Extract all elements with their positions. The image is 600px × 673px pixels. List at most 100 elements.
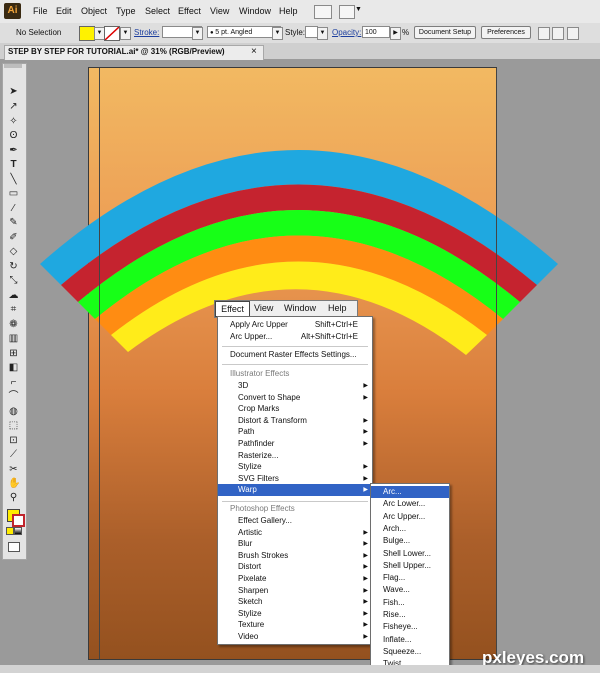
warp-item[interactable]: Arc... [371, 486, 449, 498]
illustrator-effect-item[interactable]: 3D ▶ [218, 380, 372, 392]
menu-header-help[interactable]: Help [328, 300, 347, 316]
submenu-arrow-icon: ▶ [363, 464, 368, 471]
photoshop-effect-label: Stylize [238, 608, 262, 618]
submenu-arrow-icon: ▶ [363, 564, 368, 571]
warp-item-label: Arc... [383, 487, 402, 496]
warp-item[interactable]: Flag... [371, 572, 449, 584]
warp-item[interactable]: Shell Upper... [371, 560, 449, 572]
submenu-arrow-icon: ▶ [363, 394, 368, 401]
apply-last-effect-item[interactable]: Apply Arc Upper Shift+Ctrl+E [218, 319, 372, 331]
guide-line-right [496, 68, 497, 659]
photoshop-effect-item[interactable]: Pixelate ▶ [218, 573, 372, 585]
photoshop-effect-item[interactable]: Artistic ▶ [218, 527, 372, 539]
illustrator-effect-label: Rasterize... [238, 450, 279, 460]
photoshop-effect-label: Blur [238, 539, 253, 549]
raster-effects-settings-item[interactable]: Document Raster Effects Settings... [218, 349, 372, 361]
submenu-arrow-icon: ▶ [363, 622, 368, 629]
submenu-arrow-icon: ▶ [363, 487, 368, 494]
menu-header-window[interactable]: Window [284, 300, 316, 316]
warp-item[interactable]: Arch... [371, 523, 449, 535]
warp-item[interactable]: Shell Lower... [371, 548, 449, 560]
illustrator-effect-item[interactable]: SVG Filters ▶ [218, 473, 372, 485]
menu-separator [222, 501, 368, 502]
illustrator-effect-item[interactable]: Convert to Shape ▶ [218, 392, 372, 404]
warp-item[interactable]: Squeeze... [371, 646, 449, 658]
illustrator-effect-item[interactable]: Warp ▶ [218, 484, 372, 497]
warp-item-label: Arch... [383, 523, 407, 533]
menu-header-effect[interactable]: Effect [215, 301, 250, 317]
photoshop-effect-item[interactable]: Distort ▶ [218, 561, 372, 573]
effect-menu: Apply Arc Upper Shift+Ctrl+E Arc Upper..… [217, 316, 373, 645]
photoshop-effects-heading: Photoshop Effects [218, 503, 372, 515]
illustrator-effect-item[interactable]: Rasterize... [218, 450, 372, 462]
menu-separator [222, 346, 368, 347]
last-effect-label: Arc Upper... [230, 332, 273, 341]
warp-item[interactable]: Fish... [371, 597, 449, 609]
last-effect-item[interactable]: Arc Upper... Alt+Shift+Ctrl+E [218, 331, 372, 343]
photoshop-effect-label: Brush Strokes [238, 550, 289, 560]
warp-item-label: Wave... [383, 585, 410, 595]
warp-item-label: Fisheye... [383, 622, 418, 632]
photoshop-effect-label: Distort [238, 562, 262, 572]
photoshop-effect-item[interactable]: Sketch ▶ [218, 596, 372, 608]
warp-item-label: Shell Upper... [383, 560, 432, 570]
warp-item-label: Squeeze... [383, 646, 422, 656]
warp-item-label: Fish... [383, 597, 405, 607]
warp-item[interactable]: Arc Lower... [371, 498, 449, 510]
menu-header-view[interactable]: View [254, 300, 273, 316]
illustrator-effect-label: Stylize [238, 462, 262, 472]
photoshop-effect-label: Sketch [238, 597, 263, 607]
apply-last-effect-label: Apply Arc Upper [230, 320, 288, 329]
illustrator-effect-label: Distort & Transform [238, 415, 307, 425]
warp-item[interactable]: Bulge... [371, 535, 449, 547]
photoshop-effect-item[interactable]: Effect Gallery... [218, 515, 372, 527]
warp-item[interactable]: Wave... [371, 584, 449, 596]
submenu-arrow-icon: ▶ [363, 587, 368, 594]
illustrator-effect-item[interactable]: Crop Marks [218, 403, 372, 415]
illustrator-effect-label: Pathfinder [238, 439, 275, 448]
photoshop-effect-label: Pixelate [238, 574, 267, 583]
status-bar [0, 665, 600, 673]
submenu-arrow-icon: ▶ [363, 529, 368, 536]
submenu-arrow-icon: ▶ [363, 441, 368, 447]
illustrator-effect-item[interactable]: Pathfinder ▶ [218, 438, 372, 450]
warp-item-label: Inflate... [383, 634, 412, 644]
illustrator-effects-heading: Illustrator Effects [218, 368, 372, 380]
photoshop-effects-title: Photoshop Effects [230, 504, 295, 513]
photoshop-effect-item[interactable]: Blur ▶ [218, 538, 372, 550]
guide-line-left [99, 68, 100, 659]
warp-item-label: Arc Lower... [383, 499, 426, 509]
illustrator-effect-item[interactable]: Path ▶ [218, 426, 372, 438]
warp-item-label: Shell Lower... [383, 548, 432, 558]
illustrator-effect-label: 3D [238, 381, 249, 390]
photoshop-effect-label: Artistic [238, 527, 262, 537]
photoshop-effect-item[interactable]: Stylize ▶ [218, 608, 372, 620]
apply-last-effect-shortcut: Shift+Ctrl+E [314, 320, 358, 329]
warp-item-label: Bulge... [383, 536, 411, 546]
warp-item-label: Arc Upper... [383, 511, 426, 521]
warp-item[interactable]: Fisheye... [371, 621, 449, 633]
warp-item[interactable]: Inflate... [371, 634, 449, 646]
illustrator-effect-item[interactable]: Stylize ▶ [218, 461, 372, 473]
last-effect-shortcut: Alt+Shift+Ctrl+E [300, 332, 358, 341]
photoshop-effect-label: Texture [238, 620, 265, 630]
warp-item-label: Rise... [383, 610, 406, 619]
photoshop-effect-item[interactable]: Video ▶ [218, 631, 372, 643]
submenu-arrow-icon: ▶ [363, 429, 368, 436]
warp-item[interactable]: Rise... [371, 609, 449, 621]
illustrator-effect-label: Convert to Shape [238, 392, 301, 402]
photoshop-effect-item[interactable]: Texture ▶ [218, 619, 372, 631]
warp-item-label: Flag... [383, 573, 406, 583]
illustrator-effect-item[interactable]: Distort & Transform ▶ [218, 415, 372, 427]
submenu-arrow-icon: ▶ [363, 383, 368, 389]
submenu-arrow-icon: ▶ [363, 417, 368, 424]
illustrator-effect-label: Crop Marks [238, 404, 280, 414]
photoshop-effect-item[interactable]: Brush Strokes ▶ [218, 550, 372, 562]
photoshop-effect-item[interactable]: Sharpen ▶ [218, 585, 372, 597]
illustrator-effect-label: Path [238, 427, 255, 437]
illustrator-effect-label: Warp [238, 485, 257, 495]
photoshop-effect-label: Effect Gallery... [238, 516, 292, 525]
submenu-arrow-icon: ▶ [363, 475, 368, 482]
warp-item[interactable]: Arc Upper... [371, 511, 449, 523]
photoshop-effect-label: Sharpen [238, 585, 269, 595]
